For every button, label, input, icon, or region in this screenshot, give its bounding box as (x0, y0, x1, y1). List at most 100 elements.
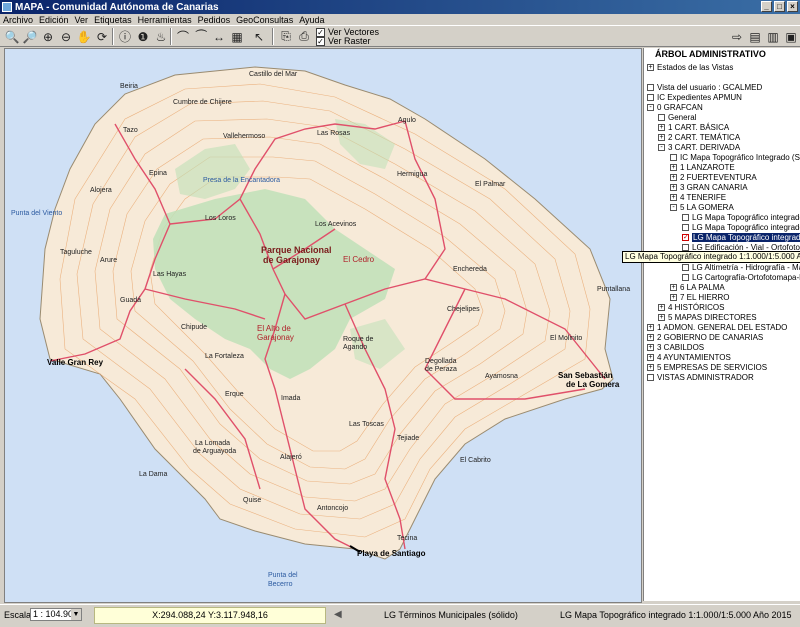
expand-icon[interactable]: + (658, 123, 665, 131)
profile-line-icon[interactable]: ⌒ (174, 28, 192, 45)
copy-icon[interactable]: ⎘ (277, 28, 295, 45)
calculator-icon[interactable]: ▦ (228, 28, 246, 45)
maximize-button[interactable]: □ (774, 1, 785, 12)
checkbox-icon[interactable] (682, 213, 689, 221)
profile-area-icon[interactable]: ⏜ (192, 28, 210, 45)
expand-icon[interactable]: + (658, 133, 665, 141)
checkbox-icon[interactable]: ✓ (682, 233, 689, 241)
menu-archivo[interactable]: Archivo (0, 15, 36, 25)
forward-arrow-icon[interactable]: ⇨ (728, 28, 746, 45)
tree-item[interactable]: +5 MAPAS DIRECTORES (658, 312, 757, 322)
zoom-out-icon[interactable]: 🔎 (21, 28, 39, 45)
grid-icon[interactable]: ▤ (746, 28, 764, 45)
tree-item-label: 1 LANZAROTE (680, 162, 735, 172)
collapse-icon[interactable]: - (647, 103, 654, 111)
tree-item[interactable]: +1 CART. BÁSICA (658, 122, 729, 132)
tree-item[interactable]: -5 LA GOMERA (670, 202, 734, 212)
expand-icon[interactable]: + (647, 363, 654, 371)
checkbox-icon[interactable] (682, 243, 689, 251)
expand-icon[interactable]: + (647, 333, 654, 341)
tree-item[interactable]: LG Mapa Topográfico integrado 1:1 (682, 212, 800, 222)
layers-icon[interactable]: ▥ (764, 28, 782, 45)
map-view[interactable]: Castillo del Mar Beiria Cumbre de Chijer… (4, 48, 642, 603)
zoom-extent-icon[interactable]: ⊖ (57, 28, 75, 45)
close-button[interactable]: × (787, 1, 798, 12)
fire-icon[interactable]: ♨ (152, 28, 170, 45)
tree-item[interactable]: -0 GRAFCAN (647, 102, 703, 112)
pan-hand-icon[interactable]: ✋ (75, 28, 93, 45)
checkbox-icon[interactable] (682, 223, 689, 231)
checkbox-icon[interactable] (670, 153, 677, 161)
menu-ayuda[interactable]: Ayuda (296, 15, 327, 25)
expand-icon[interactable]: + (647, 343, 654, 351)
settings-icon[interactable]: ▣ (782, 28, 800, 45)
chevron-down-icon[interactable]: ▼ (71, 609, 81, 620)
tree-item[interactable]: +4 HISTÓRICOS (658, 302, 724, 312)
tree-item-label: 6 LA PALMA (680, 282, 725, 292)
checkbox-icon[interactable] (682, 273, 689, 281)
tree-item[interactable]: +2 GOBIERNO DE CANARIAS (647, 332, 763, 342)
tree-item[interactable]: LG Cartografía-Ortofotomapa-Mvege (682, 272, 800, 282)
tree-item[interactable]: +3 CABILDOS (647, 342, 704, 352)
tree-item[interactable]: +1 LANZAROTE (670, 162, 735, 172)
menu-geoconsultas[interactable]: GeoConsultas (233, 15, 296, 25)
checkbox-icon[interactable] (647, 83, 654, 91)
tree-item[interactable]: +2 CART. TEMÁTICA (658, 132, 740, 142)
scale-select[interactable]: 1 : 104.902 ▼ (30, 608, 82, 621)
checkbox-icon[interactable] (658, 113, 665, 121)
collapse-icon[interactable]: - (670, 203, 677, 211)
expand-icon[interactable]: + (658, 313, 665, 321)
tree-item[interactable]: IC Expedientes APMUN (647, 92, 742, 102)
expand-icon[interactable]: + (670, 193, 677, 201)
checkbox-icon[interactable] (682, 263, 689, 271)
tree-item[interactable]: +1 ADMON. GENERAL DEL ESTADO (647, 322, 787, 332)
menu-ver[interactable]: Ver (72, 15, 92, 25)
menu-herramientas[interactable]: Herramientas (135, 15, 195, 25)
print-icon[interactable]: ⎙ (295, 28, 313, 45)
zoom-window-icon[interactable]: ⊕ (39, 28, 57, 45)
expand-icon[interactable]: + (670, 293, 677, 301)
checkbox-icon[interactable] (647, 93, 654, 101)
tree-item[interactable]: LG Mapa Topográfico integrado 1:1 (682, 222, 800, 232)
tree-item[interactable]: Vista del usuario : GCALMED (647, 82, 762, 92)
minimize-button[interactable]: _ (761, 1, 772, 12)
tree-item[interactable]: VISTAS ADMINISTRADOR (647, 372, 754, 382)
tree-item[interactable]: +4 AYUNTAMIENTOS (647, 352, 731, 362)
menu-etiquetas[interactable]: Etiquetas (91, 15, 135, 25)
refresh-icon[interactable]: ⟳ (93, 28, 111, 45)
expand-icon[interactable]: + (647, 353, 654, 361)
menu-pedidos[interactable]: Pedidos (195, 15, 234, 25)
tree-item[interactable]: +4 TENERIFE (670, 192, 726, 202)
zoom-in-icon[interactable]: 🔍 (3, 28, 21, 45)
info-icon[interactable]: ⓘ (116, 28, 134, 45)
tree-item[interactable]: +5 EMPRESAS DE SERVICIOS (647, 362, 767, 372)
expand-icon[interactable]: + (670, 173, 677, 181)
map-label: Las Hayas (153, 271, 187, 278)
tree-item[interactable]: IC Mapa Topográfico Integrado (Servici (670, 152, 800, 162)
query-icon[interactable]: ❶ (134, 28, 152, 45)
expand-icon[interactable]: + (658, 303, 665, 311)
tree-item[interactable]: General (658, 112, 696, 122)
pointer-icon[interactable]: ↖ (250, 28, 268, 45)
menu-edicion[interactable]: Edición (36, 15, 72, 25)
collapse-icon[interactable]: - (658, 143, 665, 151)
tree-item[interactable]: LG Altimetría - Hidrografía - Mapa G (682, 262, 800, 272)
tree-item[interactable]: +7 EL HIERRO (670, 292, 730, 302)
back-arrow-icon[interactable]: ◀ (334, 608, 344, 622)
tree-item[interactable]: -3 CART. DERIVADA (658, 142, 740, 152)
raster-checkbox[interactable]: ✓ Ver Raster (316, 36, 371, 46)
measure-icon[interactable]: ↔ (210, 28, 228, 45)
map-label: Puntallana (597, 286, 631, 293)
expand-icon[interactable]: + (670, 163, 677, 171)
tree-item[interactable]: +2 FUERTEVENTURA (670, 172, 757, 182)
expand-icon[interactable]: + (647, 63, 654, 71)
expand-icon[interactable]: + (670, 183, 677, 191)
tree-item[interactable]: +3 GRAN CANARIA (670, 182, 748, 192)
tree-item[interactable]: ✓LG Mapa Topográfico integrado 1:1 (682, 232, 800, 242)
checkbox-icon[interactable] (647, 373, 654, 381)
tree-item[interactable]: +6 LA PALMA (670, 282, 725, 292)
expand-icon[interactable]: + (647, 323, 654, 331)
tree-item[interactable]: + Estados de las Vistas (647, 62, 733, 72)
checkbox-box[interactable]: ✓ (316, 36, 325, 46)
expand-icon[interactable]: + (670, 283, 677, 291)
